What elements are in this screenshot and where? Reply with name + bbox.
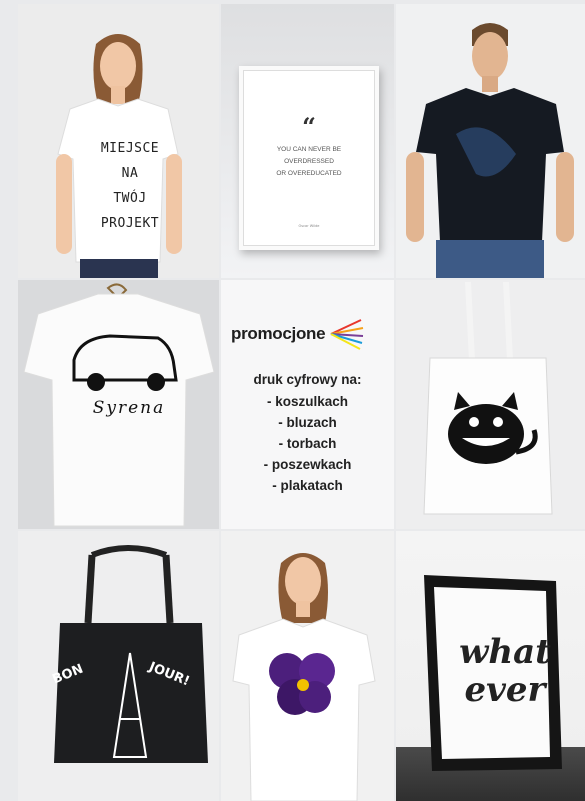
tshirt-line-4: PROJEKT — [100, 216, 160, 231]
flower-tshirt-illustration — [232, 553, 376, 801]
poster-frame: “ YOU CAN NEVER BE OVERDRESSED OR OVERED… — [239, 66, 379, 250]
whatever-line-2: ever — [464, 670, 546, 710]
product-collage: MIEJSCE NA TWÓJ PROJEKT “ YOU CAN NEVER … — [0, 0, 585, 801]
tile-syrena-tshirt: Syrena — [18, 280, 219, 529]
tshirt-line-1: MIEJSCE — [100, 141, 160, 156]
quote-line-2: OVERDRESSED — [284, 158, 334, 165]
offer-item: - bluzach — [278, 415, 337, 430]
tile-bonjour-tote: BON JOUR! — [18, 531, 219, 801]
offer-item: - koszulkach — [266, 394, 349, 409]
quote-author: Oscar Wilde — [298, 224, 320, 228]
whatever-line-1: what — [459, 632, 551, 672]
tile-man-black-tshirt — [396, 4, 585, 278]
tile-flower-tshirt — [221, 531, 394, 801]
syrena-label: Syrena — [92, 398, 166, 418]
tshirt-line-2: NA — [121, 166, 139, 181]
tshirt-print-text: MIEJSCE NA TWÓJ PROJEKT — [90, 136, 170, 236]
offer-block: druk cyfrowy na: - koszulkach - bluzach … — [221, 372, 394, 496]
man-tshirt-illustration — [406, 23, 574, 278]
quote-line-1: YOU CAN NEVER BE — [276, 146, 342, 153]
poster-quote: YOU CAN NEVER BE OVERDRESSED OR OVEREDUC… — [253, 144, 365, 180]
tile-cat-tote — [396, 280, 585, 529]
brand-lines-icon — [330, 319, 364, 350]
offer-item: - torbach — [278, 436, 337, 451]
offer-title: druk cyfrowy na: — [253, 372, 362, 387]
whatever-text: what ever — [440, 633, 570, 709]
tile-quote-poster: “ YOU CAN NEVER BE OVERDRESSED OR OVERED… — [221, 4, 394, 278]
bonjour-tote-illustration — [54, 545, 208, 763]
tile-woman-tshirt: MIEJSCE NA TWÓJ PROJEKT — [18, 4, 219, 278]
cat-tote-illustration — [423, 281, 553, 515]
offer-item: - plakatach — [272, 478, 343, 493]
offer-item: - poszewkach — [263, 457, 352, 472]
quote-line-3: OR OVEREDUCATED — [276, 170, 342, 177]
offer-list: - koszulkach - bluzach - torbach - posze… — [221, 391, 394, 496]
quote-mark: “ — [302, 112, 316, 141]
cat-icon — [448, 404, 524, 464]
brand-logo: promocjone — [231, 316, 365, 352]
tile-promo: promocjone druk cyfrowy na: - koszulkach… — [221, 280, 394, 529]
tshirt-line-3: TWÓJ — [113, 191, 147, 206]
tile-whatever-poster: what ever — [396, 531, 585, 801]
brand-name: promocjone — [231, 324, 326, 343]
